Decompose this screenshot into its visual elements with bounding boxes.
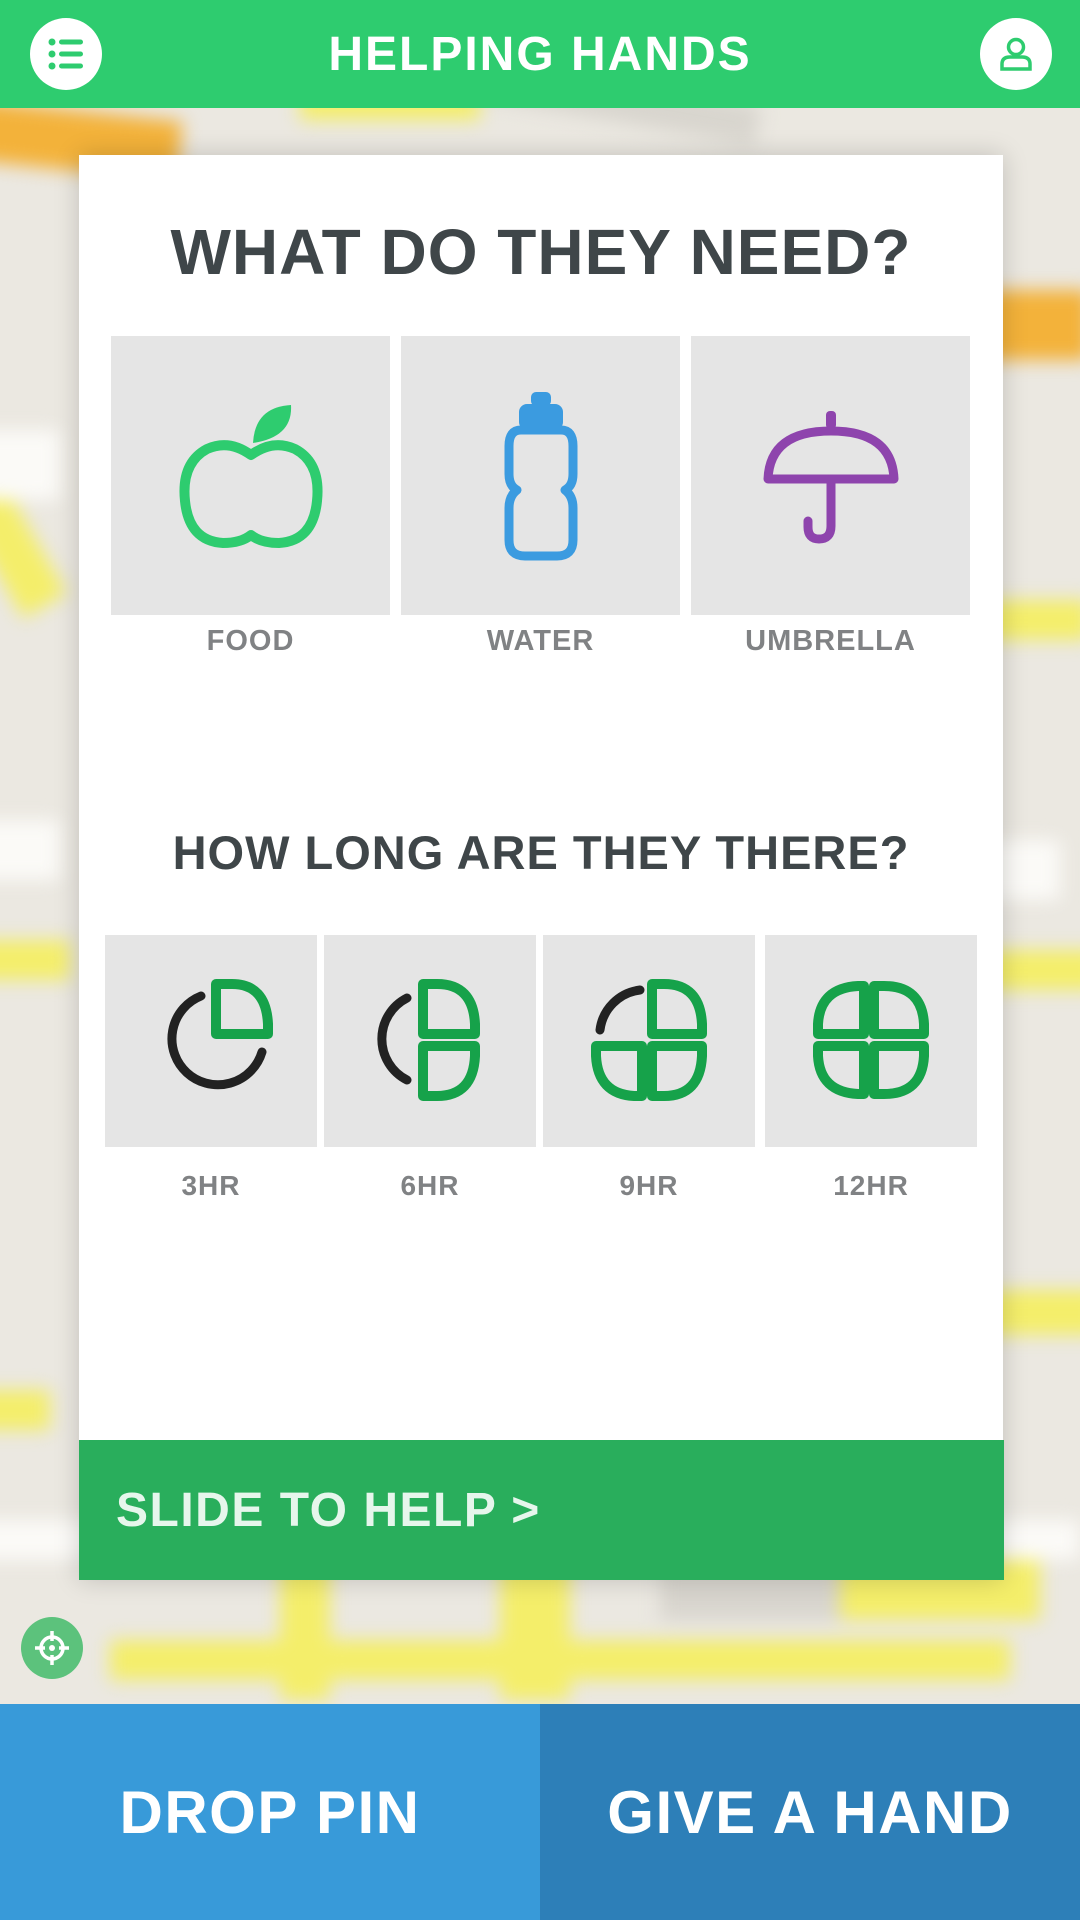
profile-button[interactable] (980, 18, 1052, 90)
duration-option-3hr[interactable] (105, 935, 317, 1147)
give-a-hand-button[interactable]: GIVE A HAND (540, 1704, 1080, 1920)
apple-icon (178, 404, 323, 548)
need-option-food[interactable] (111, 336, 390, 615)
full-clock-icon (813, 981, 929, 1099)
half-clock-icon (377, 979, 480, 1101)
request-card: WHAT DO THEY NEED? FOOD WATER UMBRELLA H… (79, 155, 1004, 1580)
need-option-water[interactable] (401, 336, 680, 615)
user-icon (1000, 37, 1032, 71)
duration-option-6hr[interactable] (324, 935, 536, 1147)
drop-pin-button[interactable]: DROP PIN (0, 1704, 540, 1920)
locate-me-button[interactable] (21, 1617, 83, 1679)
duration-option-9hr[interactable] (543, 935, 755, 1147)
need-heading: WHAT DO THEY NEED? (170, 216, 912, 288)
water-bottle-icon (504, 391, 577, 560)
slide-to-help[interactable]: SLIDE TO HELP > (79, 1440, 1004, 1580)
top-bar: HELPING HANDS (0, 0, 1080, 108)
duration-label-12hr: 12HR (833, 1170, 909, 1201)
duration-heading: HOW LONG ARE THEY THERE? (172, 826, 910, 879)
duration-label-6hr: 6HR (400, 1170, 460, 1201)
menu-button[interactable] (30, 18, 102, 90)
slide-to-help-label: SLIDE TO HELP > (116, 1483, 541, 1537)
list-icon (48, 38, 83, 70)
crosshair-icon (35, 1631, 69, 1665)
umbrella-icon (763, 410, 898, 544)
need-label-water: WATER (486, 625, 595, 657)
need-label-umbrella: UMBRELLA (745, 625, 916, 657)
app-title: HELPING HANDS (328, 27, 752, 81)
three-quarter-clock-icon (591, 979, 707, 1101)
duration-label-9hr: 9HR (619, 1170, 679, 1201)
duration-option-12hr[interactable] (765, 935, 977, 1147)
duration-label-3hr: 3HR (181, 1170, 241, 1201)
need-option-umbrella[interactable] (691, 336, 970, 615)
need-label-food: FOOD (206, 625, 295, 657)
quarter-clock-icon (167, 979, 273, 1090)
